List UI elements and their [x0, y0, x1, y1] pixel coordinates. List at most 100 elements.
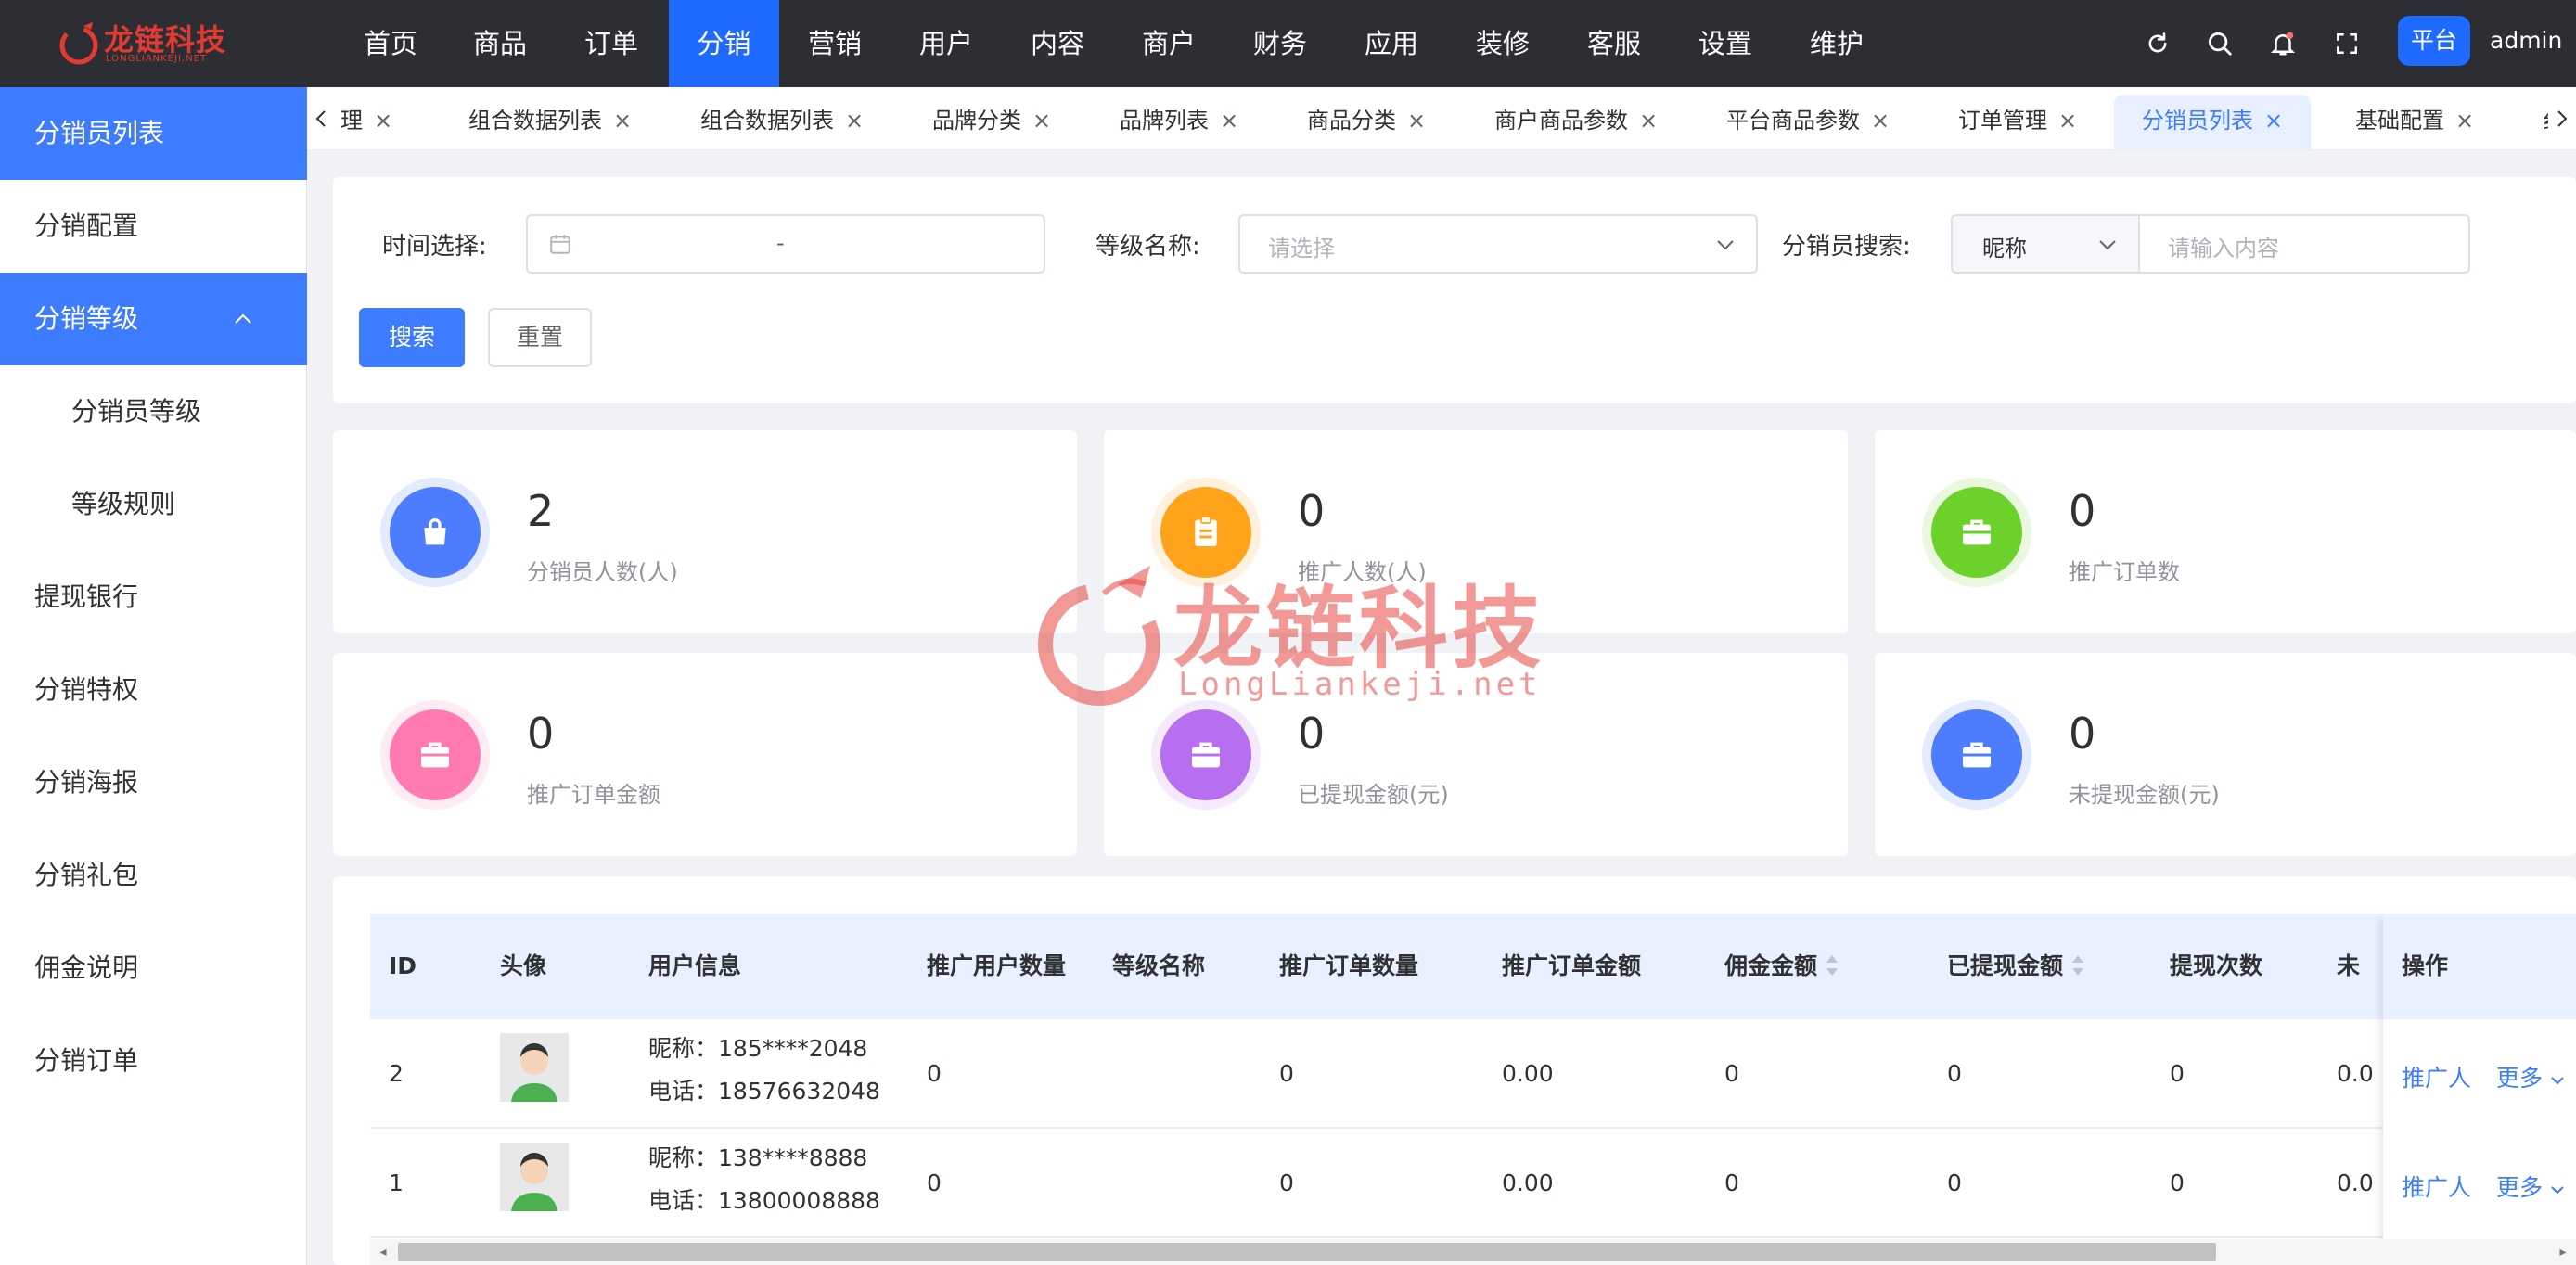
search-input[interactable]: 请输入内容 — [2138, 214, 2470, 274]
tab-item-active[interactable]: 分销员列表 × — [2114, 95, 2312, 149]
tab-label: 订单管理 — [1958, 108, 2047, 134]
close-icon[interactable]: × — [1639, 95, 1658, 147]
horizontal-scrollbar[interactable]: ◂ ▸ — [370, 1239, 2576, 1265]
tab-item[interactable]: 组合数据列表 × — [700, 95, 864, 149]
sort-icon[interactable] — [1825, 953, 1839, 978]
column-header-level: 等级名称 — [1112, 952, 1206, 979]
tab-item[interactable]: 理 × — [340, 95, 392, 149]
close-icon[interactable]: × — [1032, 95, 1051, 147]
column-header-avatar: 头像 — [500, 952, 547, 979]
nav-settings[interactable]: 设置 — [1680, 0, 1771, 87]
search-icon[interactable] — [2201, 25, 2238, 62]
sort-icon[interactable] — [2070, 953, 2085, 978]
search-input-placeholder: 请输入内容 — [2168, 236, 2279, 262]
sidebar-item-distribution-privileges[interactable]: 分销特权 — [0, 644, 307, 736]
stat-card-promoted-orders: 0 推广订单数 — [1875, 430, 2576, 633]
clipboard-icon — [1160, 487, 1251, 578]
sidebar-item-distribution-config[interactable]: 分销配置 — [0, 180, 307, 273]
tab-scroll-right-icon[interactable] — [2548, 87, 2576, 149]
reset-button[interactable]: 重置 — [488, 308, 592, 367]
tab-item[interactable]: 商品分类 × — [1307, 95, 1426, 149]
admin-user-menu[interactable]: admin — [2490, 0, 2562, 82]
column-header-withdrawn[interactable]: 已提现金额 — [1947, 914, 2085, 1019]
bell-icon[interactable] — [2264, 25, 2301, 62]
nav-distribution[interactable]: 分销 — [669, 0, 779, 87]
more-label: 更多 — [2496, 1174, 2544, 1201]
stat-icon-ring — [1151, 700, 1261, 810]
briefcase-icon — [1931, 487, 2022, 578]
sidebar-item-level-rules[interactable]: 等级规则 — [0, 458, 307, 551]
close-icon[interactable]: × — [1220, 95, 1238, 147]
refresh-icon[interactable] — [2139, 25, 2176, 62]
sidebar-item-withdraw-bank[interactable]: 提现银行 — [0, 551, 307, 644]
tab-item[interactable]: 品牌列表 × — [1120, 95, 1238, 149]
nav-marketing[interactable]: 营销 — [789, 0, 880, 87]
tab-label: 基础配置 — [2355, 108, 2444, 134]
close-icon[interactable]: × — [2058, 95, 2077, 147]
fullscreen-icon[interactable] — [2328, 25, 2365, 62]
tab-item[interactable]: 订单管理 × — [1958, 95, 2077, 149]
more-dropdown[interactable]: 更多 — [2496, 1060, 2565, 1093]
sidebar-item-distribution-level[interactable]: 分销等级 — [0, 273, 307, 365]
tab-label: 商户商品参数 — [1494, 108, 1628, 134]
sidebar-item-distributor-level[interactable]: 分销员等级 — [0, 365, 307, 458]
nav-products[interactable]: 商品 — [455, 0, 545, 87]
close-icon[interactable]: × — [1871, 95, 1890, 147]
tab-item[interactable]: 基础配置 × — [2355, 95, 2474, 149]
column-header-id: ID — [389, 952, 417, 979]
cell-withdrawn: 0 — [1947, 1169, 1962, 1196]
close-icon[interactable]: × — [1407, 95, 1426, 147]
close-icon[interactable]: × — [2264, 95, 2283, 147]
tab-scroll-left-icon[interactable] — [307, 87, 335, 149]
scrollbar-thumb[interactable] — [398, 1243, 2216, 1261]
close-icon[interactable]: × — [2455, 95, 2474, 147]
more-dropdown[interactable]: 更多 — [2496, 1169, 2565, 1203]
sidebar-item-label: 分销海报 — [34, 767, 139, 798]
scroll-left-arrow-icon[interactable]: ◂ — [370, 1239, 396, 1265]
sidebar-item-commission-info[interactable]: 佣金说明 — [0, 922, 307, 1015]
sidebar: 分销员列表 分销配置 分销等级 分销员等级 等级规则 提现银行 分销特权 分销海… — [0, 87, 307, 1265]
nav-merchants[interactable]: 商户 — [1123, 0, 1214, 87]
close-icon[interactable]: × — [374, 95, 392, 147]
cell-promoted-orders: 0 — [1279, 1060, 1294, 1087]
nav-decoration[interactable]: 装修 — [1457, 0, 1548, 87]
nav-content[interactable]: 内容 — [1012, 0, 1103, 87]
sidebar-item-distribution-orders[interactable]: 分销订单 — [0, 1015, 307, 1107]
level-select[interactable]: 请选择 — [1238, 214, 1758, 274]
date-range-picker[interactable]: - — [526, 214, 1045, 274]
nav-apps[interactable]: 应用 — [1346, 0, 1437, 87]
nav-orders[interactable]: 订单 — [566, 0, 657, 87]
time-filter-label: 时间选择: — [382, 233, 487, 261]
calendar-icon — [548, 232, 572, 260]
search-button[interactable]: 搜索 — [359, 308, 465, 367]
brand-logo[interactable]: 龙链科技 LONGLIANKEJI.NET — [56, 17, 241, 70]
platform-badge[interactable]: 平台 — [2398, 16, 2470, 66]
nav-customer-service[interactable]: 客服 — [1569, 0, 1660, 87]
promoter-link[interactable]: 推广人 — [2402, 1169, 2471, 1203]
nav-finance[interactable]: 财务 — [1235, 0, 1326, 87]
dragon-logo-icon — [59, 22, 98, 65]
sidebar-item-distribution-poster[interactable]: 分销海报 — [0, 736, 307, 829]
sidebar-item-label: 佣金说明 — [34, 952, 139, 983]
date-range-separator: - — [776, 230, 785, 256]
nav-home[interactable]: 首页 — [345, 0, 436, 87]
nav-maintenance[interactable]: 维护 — [1791, 0, 1882, 87]
tab-item[interactable]: 平台商品参数 × — [1726, 95, 1890, 149]
sidebar-item-distribution-gift[interactable]: 分销礼包 — [0, 829, 307, 922]
nav-users[interactable]: 用户 — [901, 0, 992, 87]
scroll-right-arrow-icon[interactable]: ▸ — [2550, 1239, 2576, 1265]
stat-value: 0 — [2069, 709, 2096, 759]
tab-item[interactable]: 品牌分类 × — [932, 95, 1051, 149]
close-icon[interactable]: × — [613, 95, 632, 147]
tab-label: 商品分类 — [1307, 108, 1396, 134]
distributor-table-card: ID 头像 用户信息 推广用户数量 等级名称 推广订单数量 推广订单金额 佣金金… — [333, 876, 2576, 1265]
sidebar-item-distributor-list[interactable]: 分销员列表 — [0, 87, 307, 180]
close-icon[interactable]: × — [845, 95, 864, 147]
tab-item[interactable]: 商户商品参数 × — [1494, 95, 1658, 149]
promoter-link[interactable]: 推广人 — [2402, 1060, 2471, 1093]
tab-item[interactable]: 组合数据列表 × — [468, 95, 632, 149]
column-header-commission[interactable]: 佣金金额 — [1724, 914, 1839, 1019]
search-type-select[interactable]: 昵称 — [1951, 214, 2140, 274]
cell-promoted-orders: 0 — [1279, 1169, 1294, 1196]
column-header-actions: 操作 — [2383, 914, 2576, 1019]
